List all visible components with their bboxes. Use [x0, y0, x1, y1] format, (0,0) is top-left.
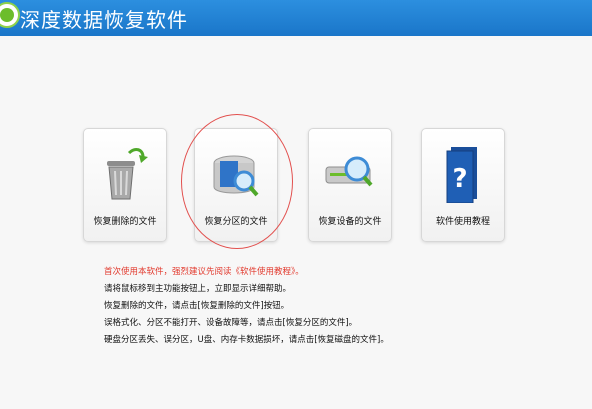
help-book-icon: ?: [446, 147, 477, 203]
recover-device-files-button[interactable]: 恢复设备的文件: [308, 128, 392, 242]
card-label: 恢复设备的文件: [318, 217, 382, 227]
recover-deleted-files-button[interactable]: 恢复删除的文件: [83, 128, 167, 242]
instruction-line: 硬盘分区丢失、误分区，U盘、内存卡数据损坏，请点击[恢复磁盘的文件]。: [104, 335, 389, 345]
highlight-ring: [181, 114, 293, 249]
app-title: 深度数据恢复软件: [20, 8, 188, 32]
instruction-line: 误格式化、分区不能打开、设备故障等，请点击[恢复分区的文件]。: [104, 318, 358, 328]
instruction-line: 首次使用本软件，强烈建议先阅读《软件使用教程》。: [104, 267, 304, 277]
app-logo-icon: [0, 2, 20, 28]
card-label: 软件使用教程: [435, 217, 490, 227]
card-label: 恢复删除的文件: [93, 217, 157, 227]
svg-text:?: ?: [452, 164, 467, 194]
recycle-bin-icon: [107, 148, 148, 200]
device-drive-search-icon: [325, 156, 373, 187]
instruction-line: 请将鼠标移到主功能按钮上，立即显示详细帮助。: [104, 284, 292, 294]
title-bar: 深度数据恢复软件: [0, 0, 592, 36]
tutorial-button[interactable]: ? 软件使用教程: [421, 128, 505, 242]
instruction-line: 恢复删除的文件，请点击[恢复删除的文件]按钮。: [104, 301, 290, 311]
instructions-panel: 首次使用本软件，强烈建议先阅读《软件使用教程》。 请将鼠标移到主功能按钮上，立即…: [104, 264, 389, 349]
